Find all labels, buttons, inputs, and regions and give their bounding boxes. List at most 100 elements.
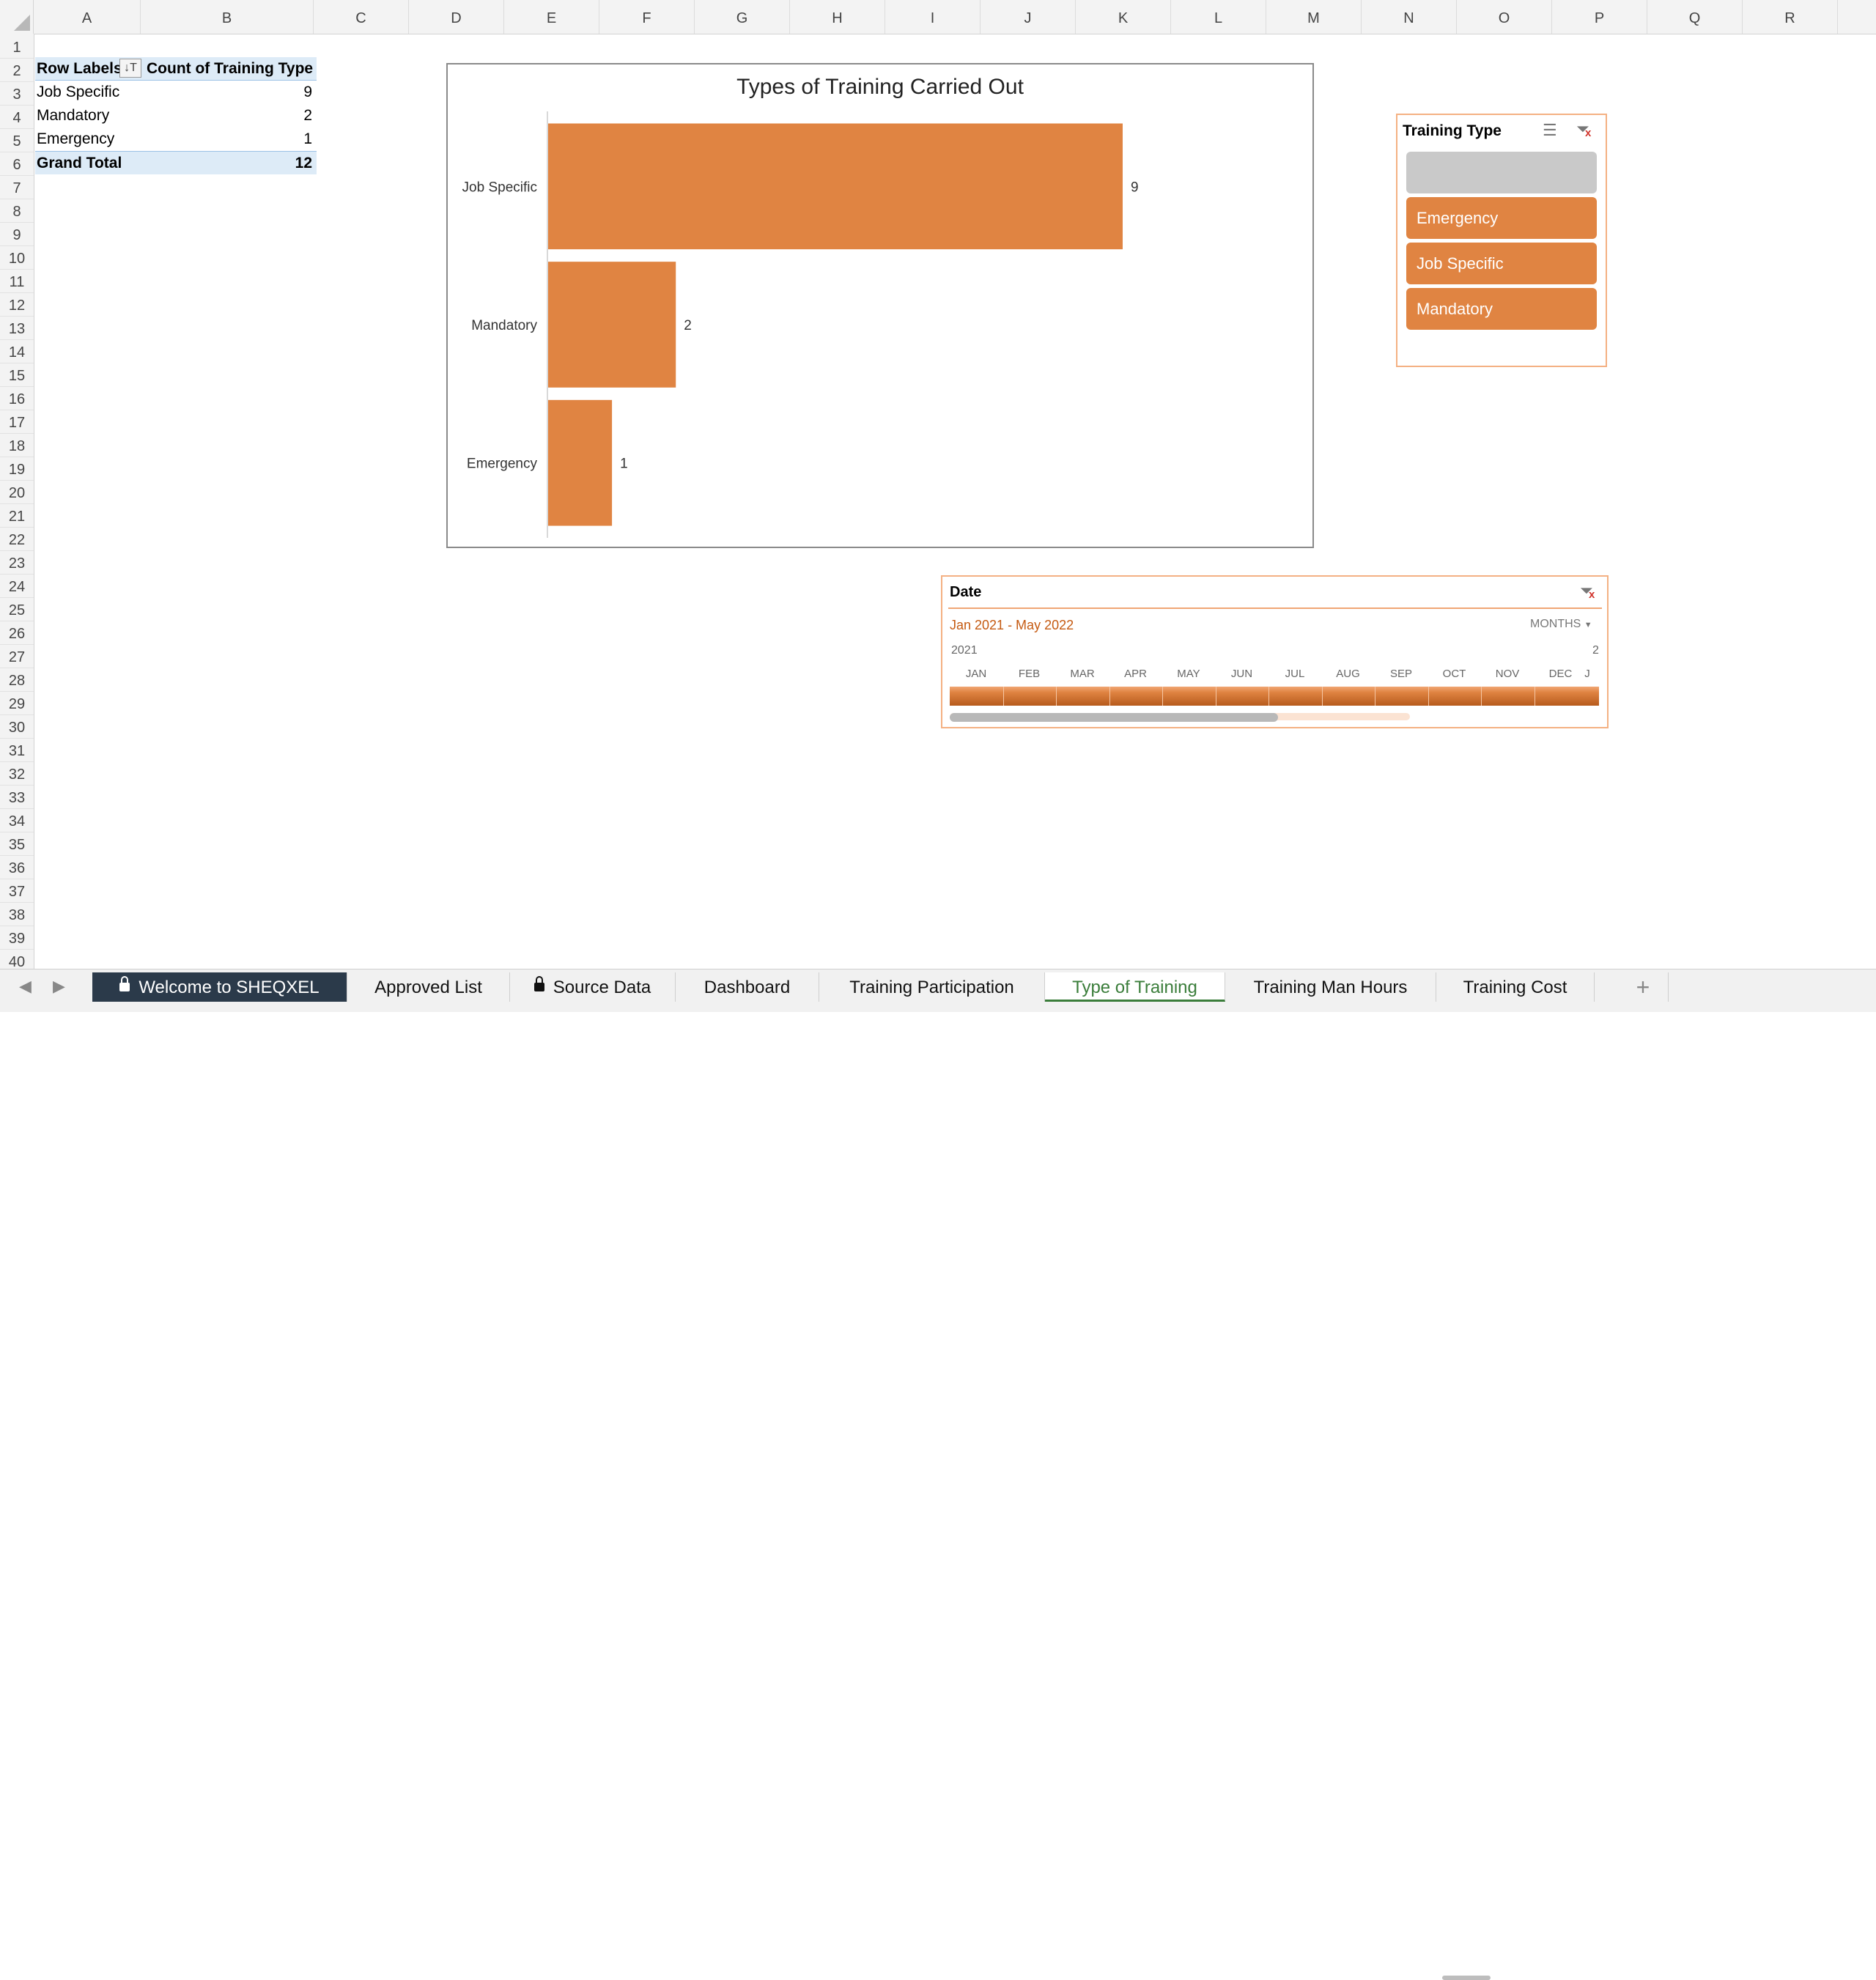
row-header-cell[interactable]: 16 [0, 387, 34, 410]
pivot-row-label[interactable]: Emergency [35, 128, 145, 151]
row-header-cell[interactable]: 2 [0, 59, 34, 82]
clear-filter-icon[interactable]: ⏷ x [1576, 119, 1591, 139]
sheet-tab[interactable]: Type of Training [1045, 972, 1225, 1002]
column-header-cell[interactable]: H [790, 0, 885, 34]
row-header-cell[interactable]: 32 [0, 762, 34, 786]
select-all-corner[interactable] [0, 0, 34, 34]
row-header-cell[interactable]: 33 [0, 786, 34, 809]
row-header-cell[interactable]: 4 [0, 106, 34, 129]
row-header-cell[interactable]: 34 [0, 809, 34, 832]
timeline-month-label[interactable]: JUN [1216, 668, 1268, 680]
column-header-cell[interactable]: D [409, 0, 504, 34]
slicer-item-emergency[interactable]: Emergency [1406, 197, 1597, 239]
sheet-tab[interactable]: Training Participation [819, 972, 1045, 1002]
row-header-cell[interactable]: 15 [0, 363, 34, 387]
column-header-cell[interactable]: L [1171, 0, 1266, 34]
row-header-cell[interactable]: 17 [0, 410, 34, 434]
date-timeline[interactable]: Date ⏷ x Jan 2021 - May 2022 MONTHS ▼ 202… [941, 575, 1609, 728]
add-sheet-button[interactable]: + [1618, 972, 1669, 1002]
timeline-scrollbar-thumb[interactable] [950, 713, 1278, 722]
sheet-tab[interactable]: Welcome to SHEQXEL [92, 972, 347, 1002]
column-header-cell[interactable]: Q [1647, 0, 1743, 34]
column-header-cell[interactable]: B [141, 0, 314, 34]
column-header-cell[interactable]: P [1552, 0, 1647, 34]
pivot-row-value[interactable]: 1 [145, 128, 317, 151]
row-header-cell[interactable]: 20 [0, 481, 34, 504]
column-header-cell[interactable]: K [1076, 0, 1171, 34]
column-header-cell[interactable]: R [1743, 0, 1838, 34]
row-header-cell[interactable]: 3 [0, 82, 34, 106]
pivot-row-label[interactable]: Mandatory [35, 104, 145, 128]
row-header-cell[interactable]: 28 [0, 668, 34, 692]
timeline-month-label[interactable]: FEB [1003, 668, 1056, 680]
timeline-month-label[interactable]: MAY [1162, 668, 1215, 680]
row-header-cell[interactable]: 27 [0, 645, 34, 668]
timeline-level-dropdown[interactable]: MONTHS ▼ [1530, 618, 1592, 631]
pivot-row-value[interactable]: 2 [145, 104, 317, 128]
sheet-tab[interactable]: Source Data [510, 972, 676, 1002]
row-header-cell[interactable]: 5 [0, 129, 34, 152]
slicer-item-blank[interactable] [1406, 152, 1597, 193]
column-header-cell[interactable]: M [1266, 0, 1362, 34]
timeline-month-label[interactable]: JAN [950, 668, 1002, 680]
timeline-month-label[interactable]: J [1580, 668, 1595, 680]
chart-bar[interactable] [548, 399, 613, 526]
row-header-cell[interactable]: 39 [0, 926, 34, 950]
multi-select-icon[interactable]: ☰ [1543, 121, 1557, 140]
row-header-cell[interactable]: 26 [0, 621, 34, 645]
pivot-row-value[interactable]: 9 [145, 81, 317, 104]
row-header-cell[interactable]: 38 [0, 903, 34, 926]
column-header-cell[interactable]: N [1362, 0, 1457, 34]
row-header-cell[interactable]: 12 [0, 293, 34, 317]
pivot-grand-total-value[interactable]: 12 [145, 151, 317, 174]
row-header-cell[interactable]: 8 [0, 199, 34, 223]
row-header-cell[interactable]: 13 [0, 317, 34, 340]
timeline-month-label[interactable]: APR [1109, 668, 1162, 680]
column-header-cell[interactable]: F [599, 0, 695, 34]
row-header-cell[interactable]: 24 [0, 575, 34, 598]
pivot-filter-button[interactable]: ↓T [119, 59, 141, 78]
chart-bar[interactable] [548, 262, 676, 388]
row-header-cell[interactable]: 19 [0, 457, 34, 481]
row-header-cell[interactable]: 1 [0, 35, 34, 59]
tab-scroll-right-icon[interactable]: ▶ [53, 977, 65, 996]
sheet-tab[interactable]: Approved List [347, 972, 510, 1002]
pivot-grand-total-label[interactable]: Grand Total [35, 151, 145, 174]
row-header-cell[interactable]: 36 [0, 856, 34, 879]
column-header-cell[interactable]: G [695, 0, 790, 34]
training-type-chart[interactable]: Types of Training Carried Out Job Specif… [446, 63, 1314, 548]
slicer-item-job-specific[interactable]: Job Specific [1406, 243, 1597, 284]
timeline-clear-filter-icon[interactable]: ⏷ x [1580, 581, 1595, 601]
column-header-cell[interactable]: A [34, 0, 141, 34]
row-header-cell[interactable]: 9 [0, 223, 34, 246]
horizontal-scrollbar-thumb[interactable] [1442, 1976, 1491, 1980]
row-header-cell[interactable]: 35 [0, 832, 34, 856]
column-header-cell[interactable]: O [1457, 0, 1552, 34]
timeline-selection-bar[interactable] [950, 687, 1599, 706]
row-header-cell[interactable]: 11 [0, 270, 34, 293]
sheet-tab[interactable]: Dashboard [676, 972, 819, 1002]
row-header-cell[interactable]: 21 [0, 504, 34, 528]
row-header-cell[interactable]: 14 [0, 340, 34, 363]
sheet-tab[interactable]: Training Man Hours [1225, 972, 1436, 1002]
training-type-slicer[interactable]: Training Type ☰ ⏷ x Emergency Job Specifi… [1396, 114, 1607, 367]
slicer-item-mandatory[interactable]: Mandatory [1406, 288, 1597, 330]
row-header-cell[interactable]: 23 [0, 551, 34, 575]
row-header-cell[interactable]: 25 [0, 598, 34, 621]
timeline-month-label[interactable]: AUG [1322, 668, 1375, 680]
timeline-month-label[interactable]: SEP [1375, 668, 1428, 680]
timeline-month-label[interactable]: NOV [1481, 668, 1534, 680]
row-header-cell[interactable]: 7 [0, 176, 34, 199]
row-header-cell[interactable]: 30 [0, 715, 34, 739]
timeline-month-label[interactable]: OCT [1428, 668, 1481, 680]
row-header-cell[interactable]: 37 [0, 879, 34, 903]
timeline-month-label[interactable]: DEC [1535, 668, 1587, 680]
pivot-count-header[interactable]: Count of Training Type [145, 57, 317, 81]
timeline-month-label[interactable]: MAR [1056, 668, 1109, 680]
row-header-cell[interactable]: 22 [0, 528, 34, 551]
sheet-tab[interactable]: Training Cost [1436, 972, 1595, 1002]
tab-scroll-left-icon[interactable]: ◀ [19, 977, 32, 996]
row-header-cell[interactable]: 18 [0, 434, 34, 457]
column-header-cell[interactable]: I [885, 0, 981, 34]
row-header-cell[interactable]: 31 [0, 739, 34, 762]
